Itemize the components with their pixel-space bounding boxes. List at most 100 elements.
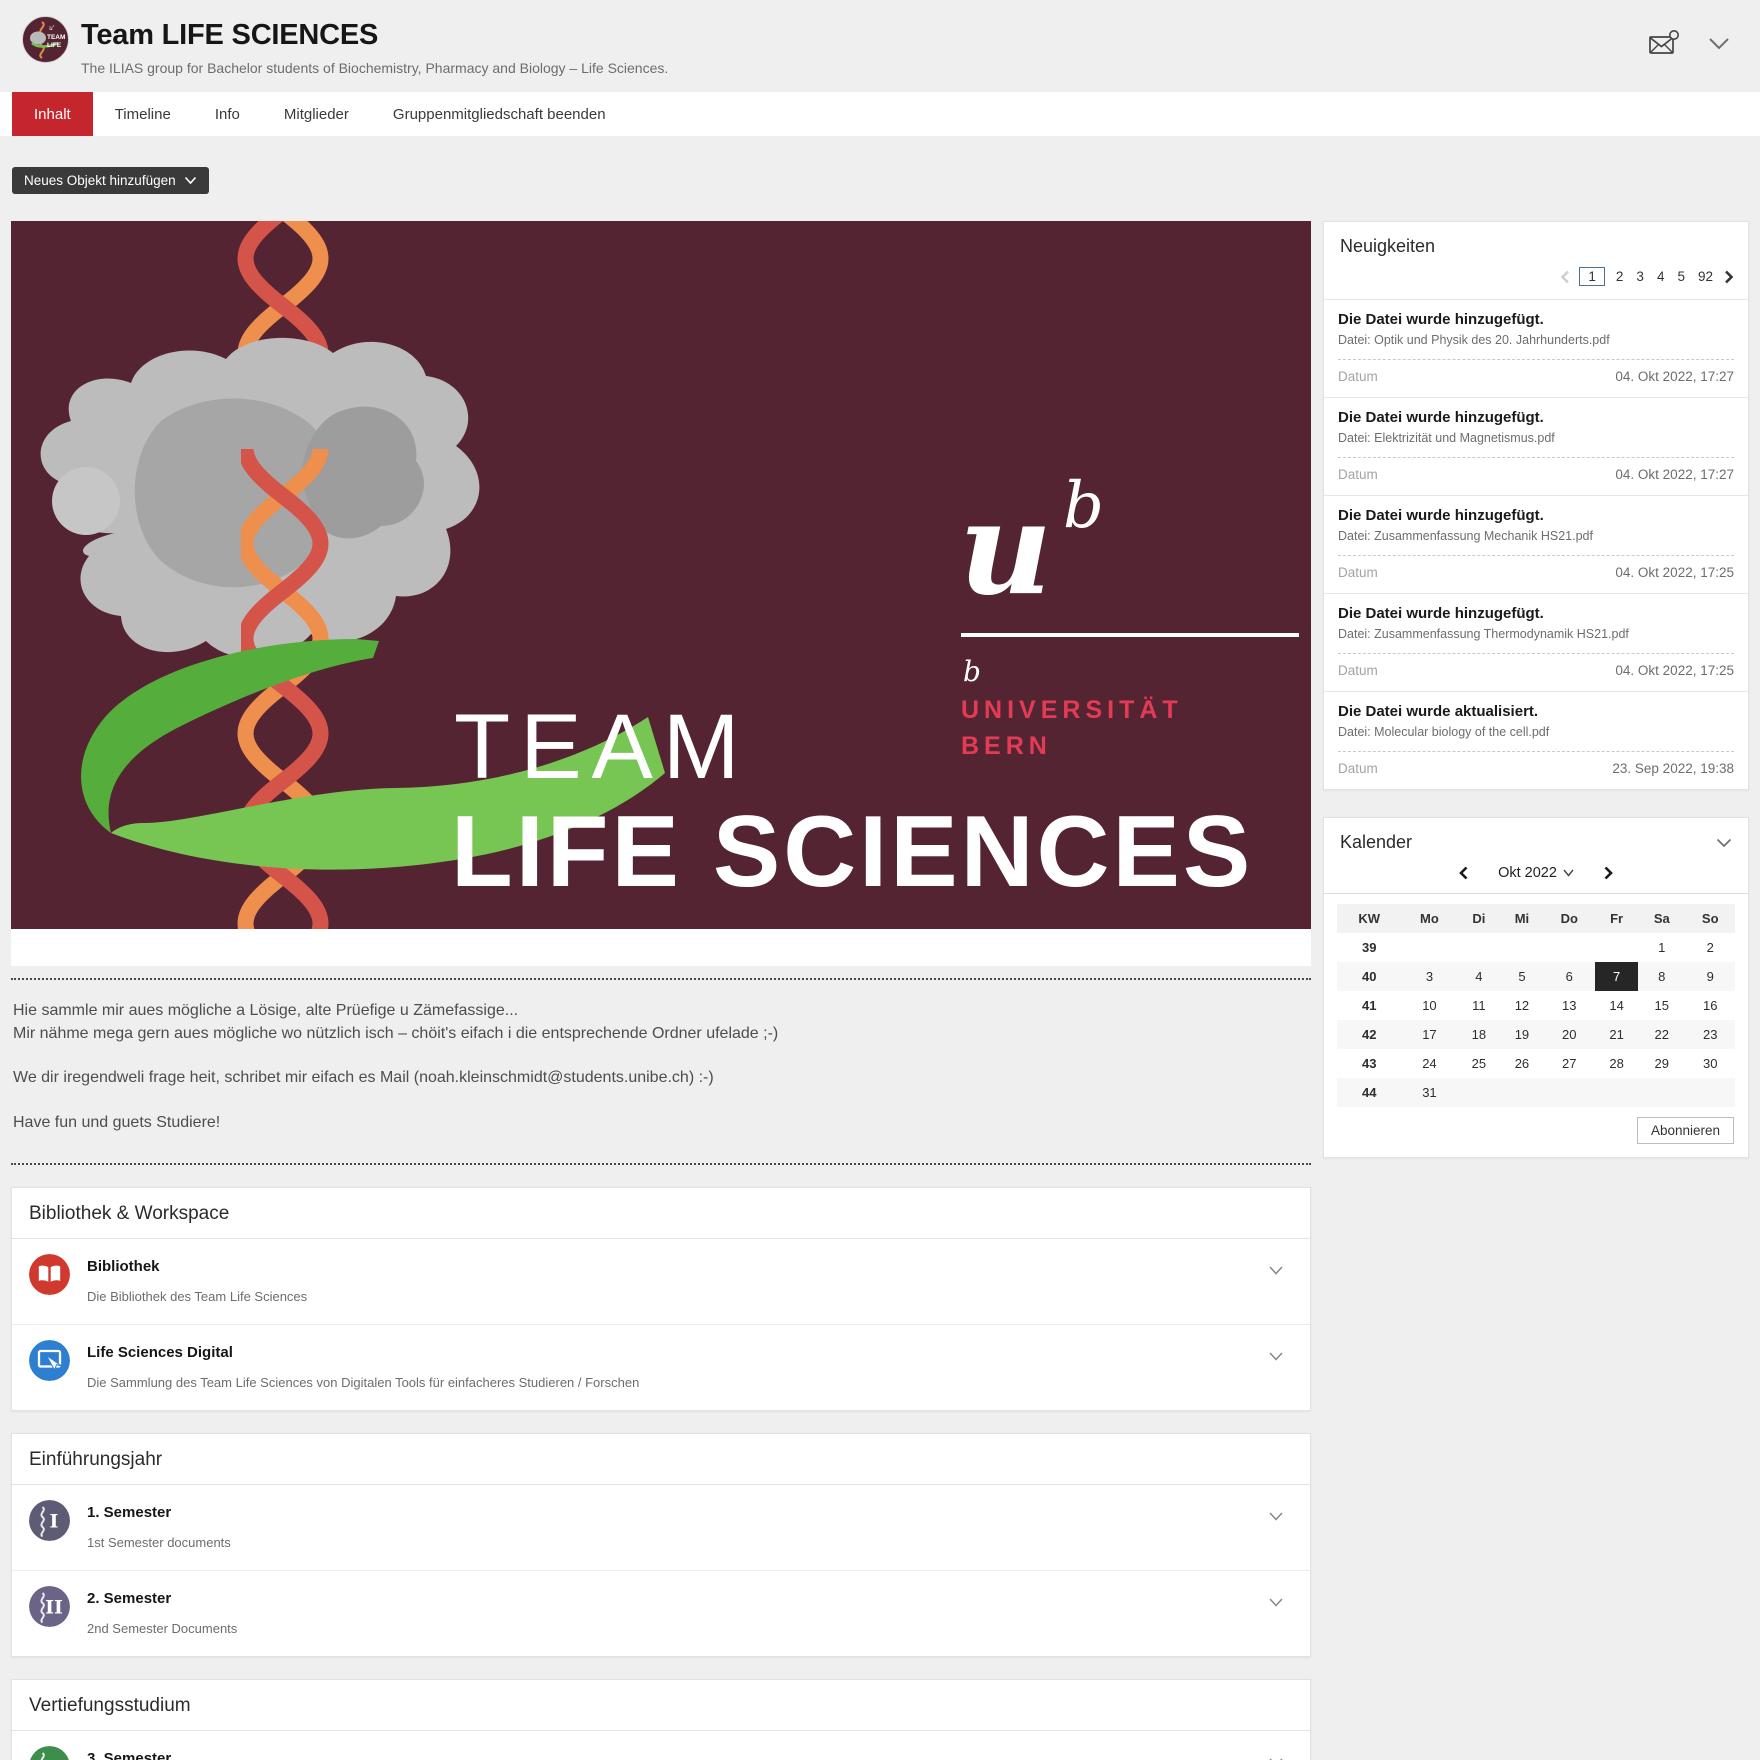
list-item[interactable]: III 3. Semester 3rd Semester Documents bbox=[12, 1731, 1310, 1760]
calendar-day-18[interactable]: 18 bbox=[1457, 1020, 1500, 1049]
calendar-next-icon[interactable] bbox=[1604, 866, 1613, 880]
calendar-day-17[interactable]: 17 bbox=[1401, 1020, 1457, 1049]
calendar-day-25[interactable]: 25 bbox=[1457, 1049, 1500, 1078]
calendar-week-number: 43 bbox=[1337, 1049, 1401, 1078]
calendar-day-header: Di bbox=[1457, 904, 1500, 933]
calendar-day-27[interactable]: 27 bbox=[1543, 1049, 1595, 1078]
item-actions-chevron-icon[interactable] bbox=[1268, 1509, 1284, 1527]
calendar-day-12[interactable]: 12 bbox=[1500, 991, 1543, 1020]
svg-text:UNIVERSITÄT: UNIVERSITÄT bbox=[961, 696, 1183, 724]
mail-member-icon[interactable] bbox=[1648, 30, 1680, 61]
calendar-day-24[interactable]: 24 bbox=[1401, 1049, 1457, 1078]
calendar-day-23[interactable]: 23 bbox=[1685, 1020, 1735, 1049]
pagination-prev-icon[interactable] bbox=[1560, 270, 1570, 284]
pagination-page-4[interactable]: 4 bbox=[1655, 268, 1667, 285]
calendar-day-30[interactable]: 30 bbox=[1685, 1049, 1735, 1078]
calendar-day-1[interactable]: 1 bbox=[1638, 933, 1685, 962]
separator bbox=[1338, 555, 1734, 556]
calendar-week-number: 42 bbox=[1337, 1020, 1401, 1049]
calendar-day-14[interactable]: 14 bbox=[1595, 991, 1638, 1020]
item-actions-chevron-icon[interactable] bbox=[1268, 1263, 1284, 1281]
calendar-day-6[interactable]: 6 bbox=[1543, 962, 1595, 991]
tab-inhalt[interactable]: Inhalt bbox=[12, 92, 93, 136]
news-item-title: Die Datei wurde hinzugefügt. bbox=[1338, 409, 1734, 426]
item-title: 3. Semester bbox=[87, 1746, 234, 1760]
calendar-day-21[interactable]: 21 bbox=[1595, 1020, 1638, 1049]
pagination-page-3[interactable]: 3 bbox=[1634, 268, 1646, 285]
calendar-day-20[interactable]: 20 bbox=[1543, 1020, 1595, 1049]
separator bbox=[1338, 751, 1734, 752]
tab-info[interactable]: Info bbox=[193, 92, 262, 136]
news-date-label: Datum bbox=[1338, 663, 1378, 678]
calendar-day-19[interactable]: 19 bbox=[1500, 1020, 1543, 1049]
intro-line: We dir iregendweli frage heit, schribet … bbox=[13, 1067, 1309, 1090]
news-item[interactable]: Die Datei wurde hinzugefügt. Datei: Zusa… bbox=[1324, 593, 1748, 691]
calendar-month-select[interactable]: Okt 2022 bbox=[1498, 865, 1574, 881]
calendar-day-4[interactable]: 4 bbox=[1457, 962, 1500, 991]
calendar-day-31[interactable]: 31 bbox=[1401, 1078, 1457, 1107]
news-item-file: Datei: Zusammenfassung Thermodynamik HS2… bbox=[1338, 627, 1734, 641]
list-item[interactable]: I 1. Semester 1st Semester documents bbox=[12, 1485, 1310, 1570]
pagination-next-icon[interactable] bbox=[1724, 270, 1734, 284]
news-item[interactable]: Die Datei wurde hinzugefügt. Datei: Opti… bbox=[1324, 299, 1748, 397]
add-object-button[interactable]: Neues Objekt hinzufügen bbox=[12, 167, 209, 194]
news-item[interactable]: Die Datei wurde aktualisiert. Datei: Mol… bbox=[1324, 691, 1748, 789]
news-item[interactable]: Die Datei wurde hinzugefügt. Datei: Zusa… bbox=[1324, 495, 1748, 593]
calendar-day-header: Mi bbox=[1500, 904, 1543, 933]
tab-gruppenmitgliedschaft-beenden[interactable]: Gruppenmitgliedschaft beenden bbox=[371, 92, 628, 136]
separator bbox=[1338, 457, 1734, 458]
calendar-day-11[interactable]: 11 bbox=[1457, 991, 1500, 1020]
list-item[interactable]: Life Sciences Digital Die Sammlung des T… bbox=[12, 1324, 1310, 1410]
header-collapse-chevron-icon[interactable] bbox=[1708, 37, 1730, 55]
calendar-day-5[interactable]: 5 bbox=[1500, 962, 1543, 991]
item-actions-chevron-icon[interactable] bbox=[1268, 1595, 1284, 1613]
calendar-day-26[interactable]: 26 bbox=[1500, 1049, 1543, 1078]
calendar-prev-icon[interactable] bbox=[1459, 866, 1468, 880]
news-date-value: 04. Okt 2022, 17:27 bbox=[1615, 369, 1734, 384]
pagination-page-5[interactable]: 5 bbox=[1675, 268, 1687, 285]
calendar-day-22[interactable]: 22 bbox=[1638, 1020, 1685, 1049]
calendar-day-empty bbox=[1500, 933, 1543, 962]
pagination-page-92[interactable]: 92 bbox=[1696, 268, 1715, 285]
pagination-page-2[interactable]: 2 bbox=[1614, 268, 1626, 285]
item-title: Life Sciences Digital bbox=[87, 1340, 639, 1361]
separator bbox=[1338, 359, 1734, 360]
item-actions-chevron-icon[interactable] bbox=[1268, 1755, 1284, 1760]
calendar-day-empty bbox=[1638, 1078, 1685, 1107]
page-header: u' TEAM LIFE Team LIFE SCIENCES The ILIA… bbox=[0, 0, 1760, 76]
section-card: Vertiefungsstudium III 3. Semester 3rd S… bbox=[11, 1679, 1311, 1760]
pagination-page-1[interactable]: 1 bbox=[1579, 267, 1605, 286]
item-actions-chevron-icon[interactable] bbox=[1268, 1349, 1284, 1367]
calendar-day-header: Fr bbox=[1595, 904, 1638, 933]
item-title: 2. Semester bbox=[87, 1586, 237, 1607]
calendar-day-7[interactable]: 7 bbox=[1595, 962, 1638, 991]
tab-timeline[interactable]: Timeline bbox=[93, 92, 193, 136]
tab-mitglieder[interactable]: Mitglieder bbox=[262, 92, 371, 136]
calendar-day-10[interactable]: 10 bbox=[1401, 991, 1457, 1020]
calendar-day-9[interactable]: 9 bbox=[1685, 962, 1735, 991]
news-item-title: Die Datei wurde hinzugefügt. bbox=[1338, 507, 1734, 524]
calendar-day-28[interactable]: 28 bbox=[1595, 1049, 1638, 1078]
list-item[interactable]: Bibliothek Die Bibliothek des Team Life … bbox=[12, 1239, 1310, 1324]
news-pagination: 12345 92 bbox=[1324, 261, 1748, 299]
list-item[interactable]: II 2. Semester 2nd Semester Documents bbox=[12, 1570, 1310, 1656]
calendar-day-2[interactable]: 2 bbox=[1685, 933, 1735, 962]
banner-card: TEAM LIFE SCIENCES u b b UNIVERSITÄT BER… bbox=[11, 221, 1311, 966]
calendar-day-13[interactable]: 13 bbox=[1543, 991, 1595, 1020]
calendar-day-empty bbox=[1543, 933, 1595, 962]
calendar-grid: KWMoDiMiDoFrSaSo 39124034567894110111213… bbox=[1337, 904, 1735, 1107]
calendar-day-8[interactable]: 8 bbox=[1638, 962, 1685, 991]
news-item[interactable]: Die Datei wurde hinzugefügt. Datei: Elek… bbox=[1324, 397, 1748, 495]
calendar-day-16[interactable]: 16 bbox=[1685, 991, 1735, 1020]
calendar-collapse-icon[interactable] bbox=[1716, 838, 1732, 848]
subscribe-button[interactable]: Abonnieren bbox=[1637, 1117, 1734, 1144]
news-item-file: Datei: Molecular biology of the cell.pdf bbox=[1338, 725, 1734, 739]
section-card: Bibliothek & Workspace Bibliothek Die Bi… bbox=[11, 1187, 1311, 1411]
calendar-day-15[interactable]: 15 bbox=[1638, 991, 1685, 1020]
banner-life-text: LIFE SCIENCES bbox=[451, 796, 1253, 908]
section-title: Vertiefungsstudium bbox=[12, 1680, 1310, 1731]
calendar-day-3[interactable]: 3 bbox=[1401, 962, 1457, 991]
news-date-label: Datum bbox=[1338, 467, 1378, 482]
news-item-title: Die Datei wurde aktualisiert. bbox=[1338, 703, 1734, 720]
calendar-day-29[interactable]: 29 bbox=[1638, 1049, 1685, 1078]
